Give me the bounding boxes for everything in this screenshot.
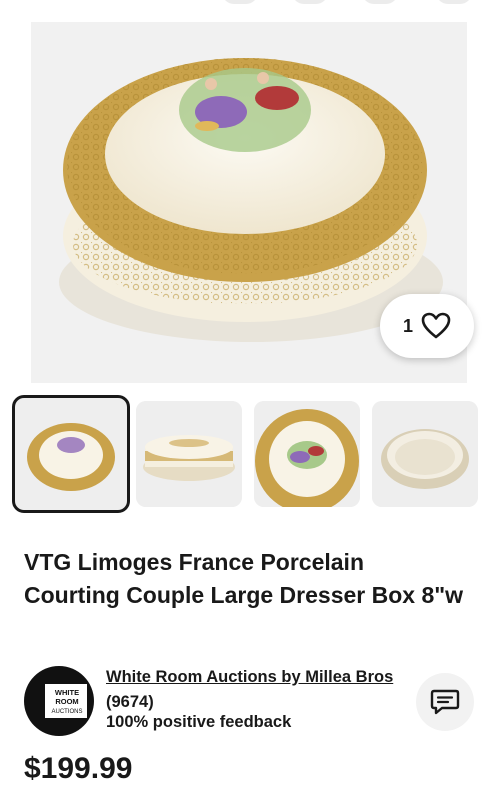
seller-feedback-score: (9674) xyxy=(106,693,154,711)
dresser-box-side-view-icon xyxy=(136,401,242,507)
thumbnail-1[interactable] xyxy=(12,395,130,513)
dresser-box-lid-closeup-icon xyxy=(254,401,360,507)
watch-count: 1 xyxy=(402,315,413,336)
watch-button[interactable]: 1 xyxy=(380,294,474,358)
thumbnail-4[interactable] xyxy=(372,401,478,507)
seller-positive-feedback: 100% positive feedback xyxy=(106,713,292,731)
top-gallery-indicators xyxy=(0,0,498,6)
thumbnail-strip xyxy=(0,395,498,513)
thumbnail-2[interactable] xyxy=(136,401,242,507)
contact-seller-button[interactable] xyxy=(416,673,474,731)
svg-text:AUCTIONS: AUCTIONS xyxy=(51,709,82,715)
svg-text:WHITE: WHITE xyxy=(55,688,79,697)
white-room-auctions-logo: WHITE ROOM AUCTIONS xyxy=(51,688,82,715)
dresser-box-base-interior-icon xyxy=(372,401,478,507)
thumbnail-3[interactable] xyxy=(254,401,360,507)
seller-avatar[interactable]: WHITE ROOM AUCTIONS xyxy=(24,666,94,736)
listing-title: VTG Limoges France Porcelain Courting Co… xyxy=(24,549,464,608)
seller-logo-mark: WHITE ROOM AUCTIONS xyxy=(42,684,87,718)
seller-name-link[interactable]: White Room Auctions by Millea Bros xyxy=(106,668,393,687)
chat-icon xyxy=(430,689,460,715)
listing-price: $199.99 xyxy=(24,752,133,785)
svg-text:ROOM: ROOM xyxy=(55,697,78,706)
heart-icon xyxy=(421,312,451,339)
dresser-box-top-view-icon xyxy=(18,401,124,507)
